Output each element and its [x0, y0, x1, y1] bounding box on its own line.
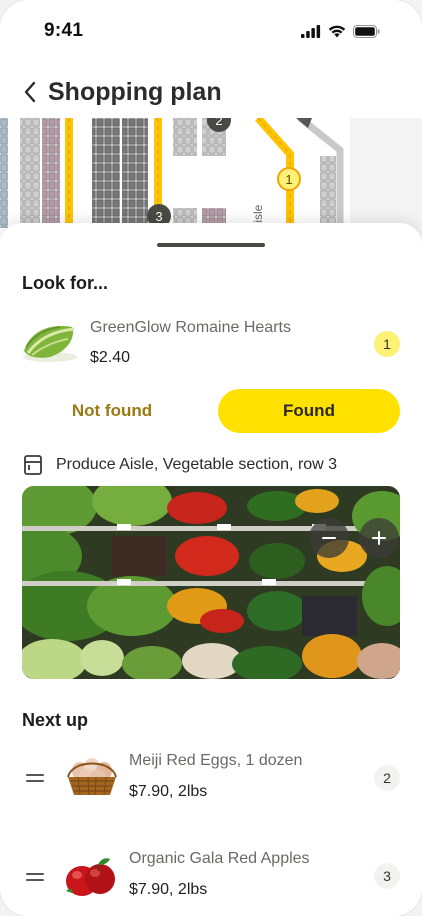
romaine-lettuce-image — [23, 326, 77, 362]
map-marker-1[interactable]: 1 — [277, 167, 301, 191]
bottom-sheet: Look for... GreenGlow Romaine Hearts $2.… — [0, 223, 422, 916]
header: Shopping plan — [0, 70, 422, 114]
status-time: 9:41 — [44, 20, 84, 41]
current-item-price: $2.40 — [90, 349, 131, 366]
chevron-left-icon — [24, 81, 36, 103]
current-item-row[interactable]: GreenGlow Romaine Hearts $2.40 1 — [0, 315, 422, 379]
minus-icon — [322, 537, 336, 539]
status-icons — [301, 24, 380, 38]
found-button[interactable]: Found — [218, 389, 400, 433]
location-text: Produce Aisle, Vegetable section, row 3 — [56, 456, 338, 473]
next-up-item-name: Organic Gala Red Apples — [129, 850, 310, 867]
phone-screen: 9:41 Shopping plan 2 3 1 Look for... Gre… — [0, 0, 422, 916]
look-for-title: Look for... — [22, 273, 109, 293]
location-row: Produce Aisle, Vegetable section, row 3 — [22, 452, 337, 478]
next-up-item-quantity-badge: 3 — [374, 863, 400, 889]
current-item-quantity-badge: 1 — [374, 331, 400, 357]
zoom-out-button[interactable] — [309, 518, 349, 558]
current-item-name: GreenGlow Romaine Hearts — [90, 319, 291, 336]
red-apples-image — [66, 858, 115, 896]
next-up-item[interactable]: Organic Gala Red Apples $7.90, 2lbs 3 — [0, 847, 422, 911]
sheet-drag-handle[interactable] — [157, 243, 265, 247]
shelf-photo — [22, 486, 400, 679]
back-button[interactable] — [18, 77, 42, 107]
not-found-button[interactable]: Not found — [22, 389, 202, 433]
drag-handle-icon[interactable] — [26, 772, 44, 784]
map-marker-2-label: 2 — [215, 118, 222, 128]
map-marker-3-label: 3 — [155, 209, 162, 224]
signal-icon — [301, 24, 321, 38]
wifi-icon — [328, 25, 346, 37]
eggs-basket-image — [67, 758, 117, 796]
next-up-item[interactable]: Meiji Red Eggs, 1 dozen $7.90, 2lbs 2 — [0, 749, 422, 813]
next-up-item-name: Meiji Red Eggs, 1 dozen — [129, 752, 303, 769]
map-marker-1-label: 1 — [285, 172, 292, 187]
zoom-in-button[interactable] — [359, 518, 399, 558]
drag-handle-icon[interactable] — [26, 871, 44, 883]
next-up-title: Next up — [22, 710, 89, 730]
next-up-item-quantity-badge: 2 — [374, 765, 400, 791]
next-up-item-price: $7.90, 2lbs — [129, 783, 208, 800]
next-up-item-price: $7.90, 2lbs — [129, 881, 208, 898]
status-bar: 9:41 — [0, 0, 422, 62]
store-shelf-icon — [24, 455, 42, 475]
plus-icon — [372, 531, 386, 545]
battery-icon — [353, 24, 380, 38]
page-title: Shopping plan — [48, 77, 222, 106]
